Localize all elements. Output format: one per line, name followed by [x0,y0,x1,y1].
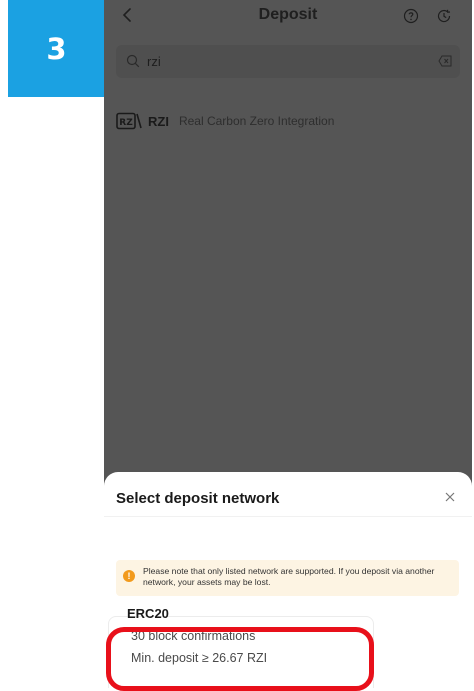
coin-name: Real Carbon Zero Integration [178,114,335,128]
network-min-deposit: Min. deposit ≥ 26.67 RZI [131,651,268,665]
network-bottom-sheet: Select deposit network ! Please note tha… [104,472,472,688]
coin-symbol: RZI [148,113,169,129]
app-screen: Deposit rzi RZ RZI Real Carbon Zero Inte… [104,0,472,688]
search-input-value: rzi [147,54,161,69]
search-icon [126,54,140,68]
rzi-logo: RZ [116,112,142,130]
notice-text: Please note that only listed network are… [143,566,435,587]
search-input[interactable]: rzi [116,45,460,78]
network-name: ERC20 [127,606,169,621]
question-circle-icon[interactable] [403,8,419,24]
coin-list-item[interactable]: RZ RZI Real Carbon Zero Integration [116,110,334,132]
divider [104,516,472,517]
clear-icon[interactable] [438,55,452,67]
sheet-title: Select deposit network [116,490,280,507]
network-warning-notice: ! Please note that only listed network a… [116,560,459,596]
history-clock-icon[interactable] [436,8,452,24]
warning-icon: ! [123,570,135,582]
header-bar: Deposit [104,0,472,34]
rzi-logo-text: RZ [119,118,133,128]
close-icon[interactable] [444,491,456,503]
network-confirmations: 30 block confirmations [131,629,256,643]
step-number-badge: 3 [8,0,105,97]
